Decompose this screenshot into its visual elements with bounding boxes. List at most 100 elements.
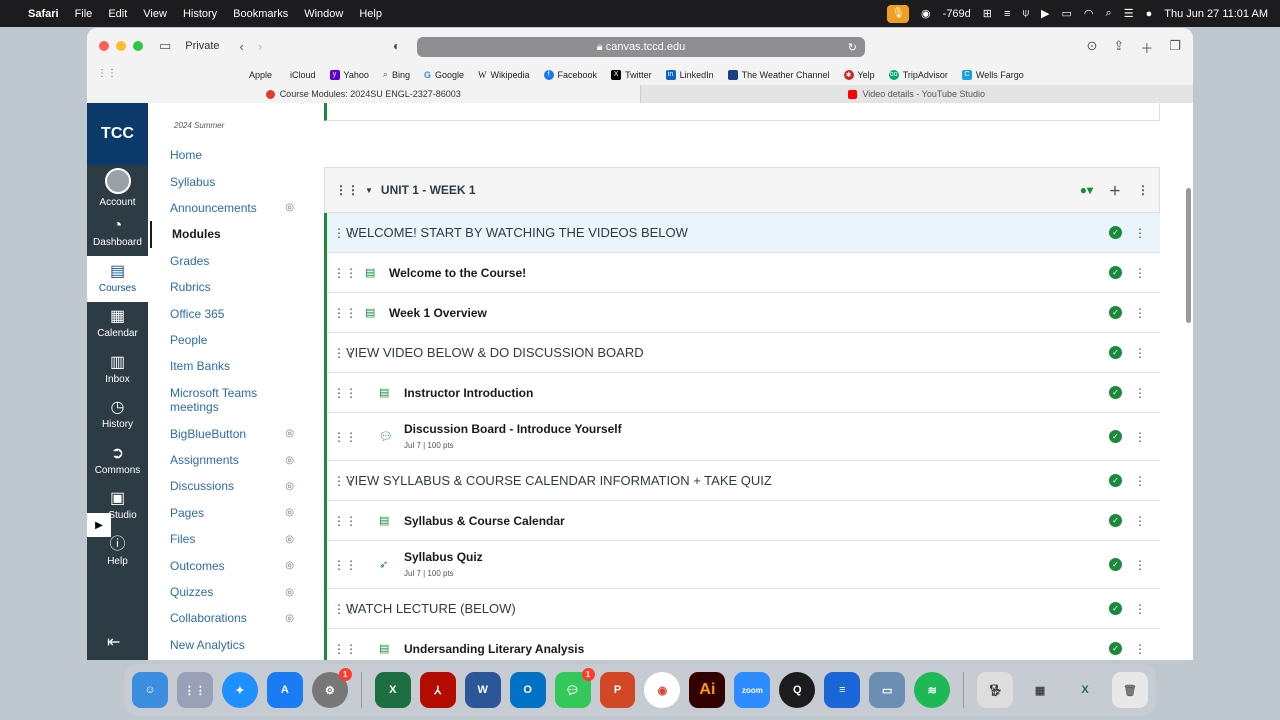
video-play-icon[interactable]: ▶ — [87, 513, 111, 537]
course-nav-discussions[interactable]: Discussions ◎ — [148, 473, 308, 499]
zoom-icon[interactable]: zoom — [734, 672, 771, 708]
course-nav-grades[interactable]: Grades — [148, 248, 308, 274]
favorites-grid-icon[interactable]: ⋮⋮ — [97, 68, 117, 79]
course-nav-modules[interactable]: Modules — [150, 221, 308, 248]
published-check-icon[interactable]: ✓ — [1109, 346, 1122, 359]
drag-handle-icon[interactable]: ⋮⋮ — [333, 266, 357, 280]
drag-handle-icon[interactable]: ⋮⋮ — [333, 306, 357, 320]
course-nav-bigbluebutton[interactable]: BigBlueButton ◎ — [148, 421, 308, 447]
published-check-icon[interactable]: ✓ — [1109, 430, 1122, 443]
course-nav-office365[interactable]: Office 365 — [148, 300, 308, 326]
published-check-icon[interactable]: ✓ — [1109, 386, 1122, 399]
tcc-logo[interactable]: TCC — [87, 103, 148, 165]
kebab-menu-icon[interactable]: ⋮ — [1134, 266, 1146, 280]
nav-dashboard[interactable]: ◔ Dashboard — [87, 211, 148, 257]
tab-overview-icon[interactable]: ❐ — [1169, 38, 1181, 57]
scrollbar[interactable] — [1186, 188, 1191, 323]
kebab-menu-icon[interactable]: ⋮ — [1134, 386, 1146, 400]
module-item-row[interactable]: ⋮⋮ ▤ Instructor Introduction ✓ ⋮ — [327, 373, 1160, 413]
nav-commons[interactable]: ➲ Commons — [87, 438, 148, 484]
fav-bing[interactable]: ⌕ Bing — [383, 69, 410, 80]
item-title[interactable]: Discussion Board - Introduce Yourself — [404, 422, 622, 436]
nav-courses[interactable]: ▤ Courses — [87, 256, 148, 302]
collapse-nav-icon[interactable]: ⇤ — [107, 632, 120, 652]
published-check-icon[interactable]: ✓ — [1109, 558, 1122, 571]
course-nav-home[interactable]: Home — [148, 142, 308, 168]
kebab-menu-icon[interactable]: ⋮ — [1134, 474, 1146, 488]
control-center-icon[interactable]: ☰ — [1124, 7, 1134, 20]
published-check-icon[interactable]: ✓ — [1109, 266, 1122, 279]
close-window-button[interactable] — [99, 41, 109, 51]
kebab-menu-icon[interactable]: ⋮ — [1134, 602, 1146, 616]
quicktime-icon[interactable]: Q — [779, 672, 816, 708]
course-nav-collaborations[interactable]: Collaborations ◎ — [148, 605, 308, 631]
course-nav-new-analytics[interactable]: New Analytics — [148, 632, 308, 658]
kebab-menu-icon[interactable]: ⋮ — [1134, 430, 1146, 444]
list-icon[interactable]: ≡ — [1004, 8, 1010, 20]
course-nav-outcomes[interactable]: Outcomes ◎ — [148, 552, 308, 578]
drag-handle-icon[interactable]: ⋮⋮ — [333, 642, 357, 656]
drag-handle-icon[interactable]: ⋮⋮ — [333, 514, 357, 528]
preview-icon[interactable]: ▭ — [869, 672, 906, 708]
fav-yahoo[interactable]: y Yahoo — [329, 69, 369, 80]
nav-account[interactable]: Account — [87, 165, 148, 211]
course-nav-assignments[interactable]: Assignments ◎ — [148, 447, 308, 473]
dog-photo-icon[interactable]: 🐕︎ — [977, 672, 1014, 708]
share-icon[interactable]: ⇪ — [1113, 38, 1124, 57]
settings-icon[interactable]: ⚙ 1 — [311, 668, 352, 708]
module-item-row[interactable]: ⋮⋮ ▤ Syllabus & Course Calendar ✓ ⋮ — [327, 501, 1160, 541]
chrome-icon[interactable]: ◉ — [644, 672, 681, 708]
module-item-row[interactable]: ⋮⋮ ➶ Syllabus Quiz Jul 7 | 100 pts ✓ ⋮ — [327, 541, 1160, 589]
address-bar[interactable]: 🔒︎ canvas.tccd.edu ↻ — [417, 37, 865, 57]
fav-facebook[interactable]: f Facebook — [543, 69, 597, 80]
new-tab-icon[interactable]: ＋ — [1140, 38, 1153, 57]
powerpoint-icon[interactable]: P — [599, 672, 636, 708]
trash-icon[interactable]: 🗑︎ — [1112, 672, 1148, 708]
item-title[interactable]: Instructor Introduction — [404, 386, 533, 400]
course-nav-rubrics[interactable]: Rubrics — [148, 274, 308, 300]
course-nav-pages[interactable]: Pages ◎ — [148, 500, 308, 526]
nav-history[interactable]: ◷ History — [87, 393, 148, 439]
word-icon[interactable]: W — [464, 672, 501, 708]
zoom-window-button[interactable] — [133, 41, 143, 51]
menu-app-name[interactable]: Safari — [28, 8, 59, 20]
published-check-icon[interactable]: ✓ — [1109, 602, 1122, 615]
fav-yelp[interactable]: ✱ Yelp — [843, 69, 875, 80]
fav-twitter[interactable]: X Twitter — [611, 69, 652, 80]
menu-help[interactable]: Help — [359, 8, 382, 20]
sidebar-toggle-icon[interactable]: ▭ — [159, 38, 171, 54]
item-title[interactable]: Undersanding Literary Analysis — [404, 642, 584, 656]
text-header-row[interactable]: ⋮⋮ WATCH LECTURE (BELOW) ✓ ⋮ — [327, 589, 1160, 629]
menu-view[interactable]: View — [143, 8, 167, 20]
back-button[interactable]: ‹ — [240, 39, 244, 54]
messages-icon[interactable]: 💬︎ 1 — [554, 668, 595, 708]
keynote-icon[interactable]: ≡ — [824, 672, 861, 708]
document-stack-icon[interactable]: ▦ — [1022, 672, 1058, 708]
fav-google[interactable]: G Google — [424, 70, 464, 80]
safari-icon[interactable]: ✦ — [221, 672, 258, 708]
play-icon[interactable]: ▶ — [1041, 7, 1049, 20]
item-title[interactable]: Syllabus Quiz — [404, 550, 483, 564]
course-nav-files[interactable]: Files ◎ — [148, 526, 308, 552]
publish-status-icon[interactable]: ●▾ — [1080, 183, 1093, 197]
course-nav-syllabus[interactable]: Syllabus — [148, 168, 308, 194]
nav-inbox[interactable]: ▥ Inbox — [87, 347, 148, 393]
finder-icon[interactable]: ☺ — [132, 672, 168, 708]
drag-handle-icon[interactable]: ⋮⋮ — [333, 558, 357, 572]
fav-wellsfargo[interactable]: C Wells Fargo — [961, 69, 1024, 80]
illustrator-icon[interactable]: Ai — [689, 672, 726, 708]
app-store-icon[interactable]: A — [266, 672, 303, 708]
spotify-icon[interactable]: ≋ — [914, 672, 951, 708]
kebab-menu-icon[interactable]: ⋮ — [1134, 558, 1146, 572]
fav-apple[interactable]: Apple — [245, 70, 272, 80]
item-title[interactable]: Week 1 Overview — [389, 306, 487, 320]
published-check-icon[interactable]: ✓ — [1109, 306, 1122, 319]
published-check-icon[interactable]: ✓ — [1109, 474, 1122, 487]
collapse-caret-icon[interactable]: ▼ — [365, 186, 373, 195]
item-title[interactable]: Syllabus & Course Calendar — [404, 514, 565, 528]
wifi-icon[interactable]: ◠ — [1084, 7, 1094, 20]
drag-handle-icon[interactable]: ⋮⋮ — [333, 430, 357, 444]
microphone-icon[interactable]: 🎙 — [887, 4, 910, 23]
course-nav-item-banks[interactable]: Item Banks — [148, 353, 308, 379]
nav-calendar[interactable]: ▦ Calendar — [87, 302, 148, 348]
